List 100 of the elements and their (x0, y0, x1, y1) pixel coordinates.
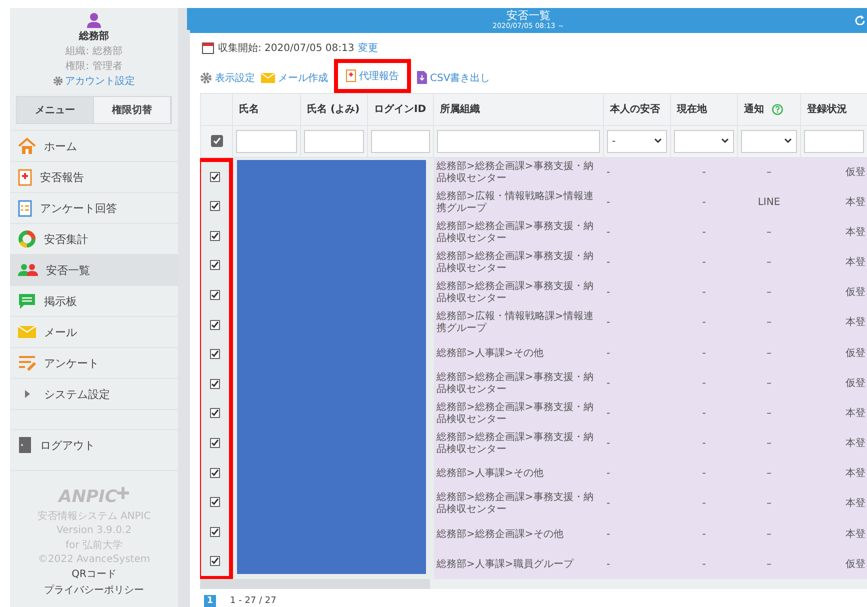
gear-icon (53, 76, 63, 86)
toolbar-link[interactable]: 表示設定 (200, 70, 255, 85)
table-cell: – (766, 378, 772, 389)
table-cell: – (766, 256, 772, 268)
pencil-list-icon (18, 355, 36, 371)
select-all-checkbox[interactable] (210, 134, 222, 147)
table-cell: – (766, 558, 772, 570)
table-cell: - (606, 287, 610, 298)
table-cell: 本登 (846, 226, 866, 238)
sidebar-tab[interactable]: メニュー (17, 97, 94, 123)
user-icon (86, 12, 102, 28)
row-checkbox[interactable] (210, 408, 220, 418)
sidebar-item[interactable]: アンケート回答 (10, 192, 178, 223)
column-header: 通知 (738, 93, 800, 126)
row-checkbox[interactable] (210, 260, 220, 270)
table-cell: 本登 (846, 438, 866, 450)
change-link[interactable]: 変更 (358, 40, 378, 55)
table-cell: 本登 (846, 468, 866, 480)
table-cell: - (606, 226, 610, 238)
table-cell: 本登 (846, 317, 866, 328)
table-cell: - (606, 408, 610, 419)
table-cell-text: 総務部>総務企画課>事務支援・納品検収センター (436, 281, 594, 306)
row-checkbox[interactable] (210, 201, 220, 212)
table-cell: - (702, 498, 706, 510)
row-checkbox[interactable] (210, 556, 220, 566)
table-cell: – (766, 408, 772, 419)
table-cell-text: 総務部>総務企画課>事務支援・納品検収センター (436, 492, 594, 516)
door-icon (18, 436, 32, 454)
table-cell: – (766, 498, 772, 510)
checklist-icon (18, 199, 32, 217)
download-file-icon (417, 71, 427, 84)
table-cell: – (766, 348, 772, 359)
table-cell: 本登 (846, 498, 866, 510)
filter-field[interactable] (437, 130, 600, 153)
sidebar-item[interactable]: 掲示板 (10, 285, 178, 316)
table-cell: - (702, 408, 706, 419)
calendar-icon (202, 42, 214, 54)
table-cell-text: 総務部>総務企画課>その他 (436, 528, 564, 541)
table-cell: - (702, 166, 706, 178)
table-cell: – (766, 166, 772, 178)
sidebar-scrollbar[interactable] (178, 8, 190, 607)
table-cell: - (702, 558, 706, 570)
table-cell-text: 総務部>総務企画課>事務支援・納品検収センター (436, 250, 594, 275)
table-cell: – (766, 528, 772, 540)
sidebar-tab[interactable]: 権限切替 (94, 97, 171, 123)
column-header: 氏名 (よみ) (300, 93, 368, 126)
toolbar-link[interactable]: メール作成 (261, 70, 328, 85)
envelope-icon (261, 72, 275, 83)
row-checkbox[interactable] (210, 320, 220, 330)
speech-bubble-icon (18, 292, 36, 310)
row-checkbox[interactable] (210, 378, 220, 389)
row-checkbox[interactable] (210, 230, 220, 241)
sidebar-item[interactable]: 安否報告 (10, 161, 178, 192)
table-cell: - (606, 528, 610, 540)
table-cell: - (606, 498, 610, 510)
filter-field[interactable] (371, 130, 430, 153)
table-cell: – (766, 468, 772, 480)
column-header: 所属組織 (434, 93, 604, 126)
row-checkbox[interactable] (210, 497, 220, 508)
row-checkbox[interactable] (210, 438, 220, 448)
table-cell: 本登 (846, 408, 866, 419)
chevron-down-icon (654, 138, 662, 144)
clipboard-icon (18, 168, 32, 186)
table-cell: - (606, 348, 610, 359)
filter-field[interactable] (236, 130, 297, 153)
row-checkbox[interactable] (210, 349, 220, 360)
sidebar-item[interactable]: メール (10, 316, 178, 347)
table-cell: – (766, 226, 772, 238)
pagination-summary: 1 - 27 / 27 (230, 596, 276, 606)
collection-start-text: 収集開始: 2020/07/05 08:13 (218, 42, 354, 55)
table-cell-text: 総務部>総務企画課>事務支援・納品検収センター (436, 372, 594, 396)
table-cell: - (702, 378, 706, 389)
table-cell: - (606, 166, 610, 178)
footer-link[interactable]: プライバシーポリシー (44, 583, 144, 597)
row-checkbox[interactable] (210, 526, 220, 537)
toolbar-link[interactable]: 代理報告 (334, 58, 411, 93)
table-cell-text: 総務部>総務企画課>事務支援・納品検収センター (436, 220, 594, 245)
row-checkbox[interactable] (210, 468, 220, 478)
filter-select[interactable]: - (607, 130, 667, 153)
table-cell-text: 総務部>人事課>職員グループ (436, 558, 575, 571)
column-header: ログインID (368, 93, 434, 126)
row-checkbox[interactable] (210, 290, 220, 300)
filter-field[interactable] (804, 130, 864, 153)
page-title: 安否一覧 (506, 10, 550, 22)
refresh-icon[interactable] (855, 15, 865, 25)
logout-item[interactable]: ログアウト (10, 429, 178, 460)
table-cell: - (702, 468, 706, 480)
row-checkbox[interactable] (210, 172, 220, 182)
envelope-icon (18, 325, 36, 339)
table-cell: LINE (758, 196, 780, 208)
table-cell: – (766, 438, 772, 450)
filter-field[interactable] (304, 130, 364, 153)
table-cell: - (702, 438, 706, 450)
horizontal-scrollbar[interactable] (200, 579, 867, 589)
toolbar-link[interactable]: CSV書き出し (417, 70, 490, 85)
sidebar-item[interactable]: 安否一覧 (10, 254, 178, 285)
footer-link[interactable]: QRコード (72, 567, 116, 581)
table-cell: 仮登 (846, 287, 866, 298)
table-cell: 仮登 (846, 348, 866, 359)
sidebar-item[interactable]: ホーム (10, 130, 178, 161)
